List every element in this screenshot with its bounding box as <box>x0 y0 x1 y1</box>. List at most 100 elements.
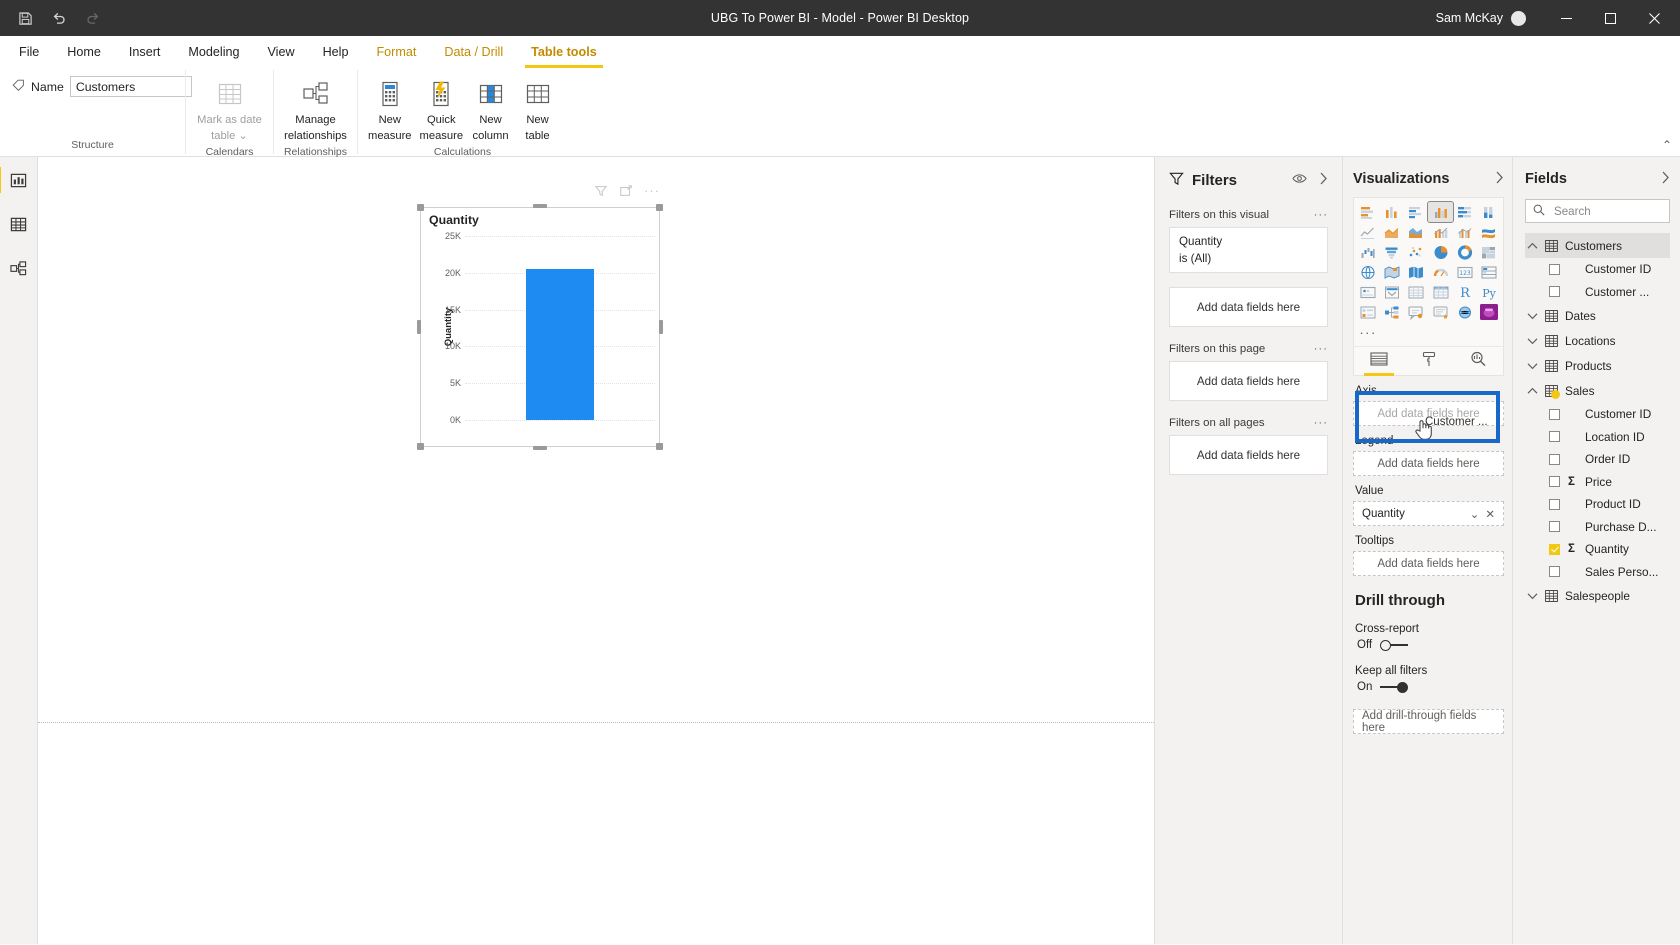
pie-chart-icon[interactable] <box>1428 242 1452 262</box>
chevron-down-icon[interactable]: ⌄ <box>1470 507 1480 521</box>
tab-analytics[interactable] <box>1460 348 1497 375</box>
focus-mode-icon[interactable] <box>619 184 633 198</box>
resize-handle-bottom-left[interactable] <box>417 443 424 450</box>
field-checkbox[interactable] <box>1549 453 1560 465</box>
python-visual-icon[interactable]: Py <box>1477 282 1501 302</box>
chevron-down-icon[interactable] <box>1527 312 1538 320</box>
visualization-gallery[interactable]: 123 R Py ··· <box>1353 197 1504 346</box>
keep-all-filters-toggle-row[interactable]: On <box>1357 681 1504 693</box>
line-stacked-column-chart-icon[interactable] <box>1428 222 1452 242</box>
smart-narrative-icon[interactable] <box>1428 302 1452 322</box>
field-product-id[interactable]: Product ID <box>1525 493 1670 516</box>
table-icon[interactable] <box>1404 282 1428 302</box>
area-chart-icon[interactable] <box>1380 222 1404 242</box>
100-stacked-bar-chart-icon[interactable] <box>1453 202 1477 222</box>
ribbon-tab-help[interactable]: Help <box>310 40 362 66</box>
new-column-button[interactable]: New column <box>469 74 512 146</box>
quick-measure-button[interactable]: Quick measure <box>418 74 466 146</box>
cross-report-toggle[interactable] <box>1380 639 1409 651</box>
ribbon-tab-modeling[interactable]: Modeling <box>175 40 252 66</box>
more-options-icon[interactable]: ··· <box>644 183 660 198</box>
kpi-icon[interactable] <box>1356 282 1380 302</box>
waterfall-chart-icon[interactable] <box>1356 242 1380 262</box>
remove-field-icon[interactable]: ✕ <box>1485 507 1495 521</box>
stacked-column-chart-icon[interactable] <box>1380 202 1404 222</box>
field-location-id[interactable]: Location ID <box>1525 426 1670 449</box>
report-page[interactable]: ··· Quantity Quantity 0K 5K 10K 15K 20K 25K <box>38 157 1154 944</box>
stacked-bar-chart-icon[interactable] <box>1356 202 1380 222</box>
field-checkbox[interactable] <box>1549 498 1560 510</box>
chevron-right-icon[interactable] <box>1495 171 1504 187</box>
field-checkbox[interactable] <box>1549 408 1560 420</box>
manage-relationships-button[interactable]: Manage relationships <box>282 74 349 146</box>
more-visuals-icon[interactable]: ··· <box>1356 322 1380 342</box>
ribbon-chart-icon[interactable] <box>1477 222 1501 242</box>
scatter-chart-icon[interactable] <box>1404 242 1428 262</box>
resize-handle-bottom-right[interactable] <box>656 443 663 450</box>
field-quantity[interactable]: Σ Quantity <box>1525 538 1670 561</box>
well-axis[interactable]: Add data fields here <box>1353 401 1504 426</box>
shape-map-icon[interactable] <box>1404 262 1428 282</box>
cross-report-toggle-row[interactable]: Off <box>1357 639 1504 651</box>
eye-icon[interactable] <box>1292 173 1307 187</box>
chevron-down-icon[interactable] <box>1527 362 1538 370</box>
field-price[interactable]: Σ Price <box>1525 471 1670 494</box>
chevron-up-icon[interactable] <box>1527 242 1538 250</box>
well-tooltips[interactable]: Add data fields here <box>1353 551 1504 576</box>
r-script-visual-icon[interactable]: R <box>1453 282 1477 302</box>
chart-bar[interactable] <box>525 269 595 420</box>
field-checkbox[interactable] <box>1549 286 1560 298</box>
clustered-bar-chart-icon[interactable] <box>1404 202 1428 222</box>
fields-search-input[interactable] <box>1552 203 1662 219</box>
well-drill-through[interactable]: Add drill-through fields here <box>1353 709 1504 734</box>
field-customer-id[interactable]: Customer ID <box>1525 403 1670 426</box>
resize-handle-top[interactable] <box>533 204 547 208</box>
field-customer[interactable]: Customer ... <box>1525 281 1670 304</box>
field-customer-id[interactable]: Customer ID <box>1525 258 1670 281</box>
fields-table-salespeople[interactable]: Salespeople <box>1525 583 1670 608</box>
sidebar-item-model-view[interactable] <box>2 253 36 283</box>
filters-all-pages-dropzone[interactable]: Add data fields here <box>1169 435 1328 475</box>
maximize-button[interactable] <box>1588 0 1632 36</box>
paginated-report-icon[interactable] <box>1453 302 1477 322</box>
filters-visual-more-icon[interactable]: ··· <box>1314 209 1328 221</box>
field-checkbox[interactable] <box>1549 476 1560 488</box>
filled-map-icon[interactable] <box>1380 262 1404 282</box>
chevron-down-icon[interactable] <box>1527 337 1538 345</box>
filters-visual-dropzone[interactable]: Add data fields here <box>1169 287 1328 327</box>
field-order-id[interactable]: Order ID <box>1525 448 1670 471</box>
save-icon[interactable] <box>16 9 34 27</box>
ribbon-collapse-button[interactable]: ⌃ <box>1662 138 1672 152</box>
stacked-area-chart-icon[interactable] <box>1404 222 1428 242</box>
resize-handle-bottom[interactable] <box>533 446 547 450</box>
resize-handle-top-right[interactable] <box>656 204 663 211</box>
field-checkbox[interactable] <box>1549 521 1560 533</box>
slicer-icon[interactable] <box>1380 282 1404 302</box>
ribbon-tab-view[interactable]: View <box>255 40 308 66</box>
multi-row-card-icon[interactable] <box>1477 262 1501 282</box>
matrix-icon[interactable] <box>1428 282 1452 302</box>
chart-visual[interactable]: Quantity Quantity 0K 5K 10K 15K 20K 25K <box>420 207 660 447</box>
donut-chart-icon[interactable] <box>1453 242 1477 262</box>
ribbon-tab-home[interactable]: Home <box>54 40 114 66</box>
field-purchase-d[interactable]: Purchase D... <box>1525 516 1670 539</box>
field-checkbox[interactable] <box>1549 263 1560 275</box>
line-chart-icon[interactable] <box>1356 222 1380 242</box>
ribbon-tab-file[interactable]: File <box>6 40 52 66</box>
fields-table-products[interactable]: Products <box>1525 353 1670 378</box>
get-more-visuals-icon[interactable] <box>1477 302 1501 322</box>
map-icon[interactable] <box>1356 262 1380 282</box>
resize-handle-left[interactable] <box>417 320 421 334</box>
mark-as-date-table-button[interactable]: Mark as date table ⌄ <box>194 74 265 146</box>
chevron-down-icon[interactable] <box>1527 592 1538 600</box>
card-icon[interactable]: 123 <box>1453 262 1477 282</box>
new-measure-button[interactable]: New measure <box>366 74 414 146</box>
field-checkbox[interactable] <box>1549 566 1560 578</box>
chevron-right-icon[interactable] <box>1661 171 1670 187</box>
visual-container[interactable]: ··· Quantity Quantity 0K 5K 10K 15K 20K 25K <box>417 183 663 450</box>
key-influencers-icon[interactable] <box>1356 302 1380 322</box>
decomposition-tree-icon[interactable] <box>1380 302 1404 322</box>
ribbon-tab-format[interactable]: Format <box>363 40 429 66</box>
avatar[interactable] <box>1511 10 1526 26</box>
chevron-up-icon[interactable] <box>1527 387 1538 395</box>
